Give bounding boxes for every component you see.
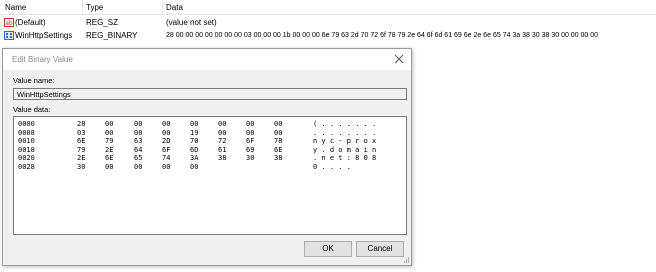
hex-byte[interactable]: 61 xyxy=(218,146,226,154)
hex-byte[interactable]: 00 xyxy=(274,120,282,128)
value-name: WinHttpSettings xyxy=(15,31,73,40)
value-data-label: Value data: xyxy=(13,105,51,114)
list-item-default[interactable]: ab (Default) REG_SZ (value not set) xyxy=(0,17,656,29)
binary-value-icon xyxy=(4,31,14,40)
hex-ascii[interactable]: 0 . . . . xyxy=(313,163,351,171)
value-type: REG_SZ xyxy=(86,18,119,27)
column-header-type[interactable]: Type xyxy=(86,3,103,12)
hex-byte[interactable]: 00 xyxy=(105,120,113,128)
column-separator[interactable] xyxy=(82,0,83,14)
hex-byte[interactable]: 63 xyxy=(134,137,142,145)
hex-byte[interactable]: 00 xyxy=(134,120,142,128)
hex-byte[interactable]: 03 xyxy=(77,129,85,137)
hex-offset: 0028 xyxy=(18,162,35,171)
hex-byte[interactable]: 6D xyxy=(190,146,198,154)
list-item-winhttpsettings[interactable]: WinHttpSettings REG_BINARY 28 00 00 00 0… xyxy=(0,30,656,42)
resize-grip-icon[interactable] xyxy=(402,256,410,264)
svg-text:ab: ab xyxy=(5,20,13,27)
hex-byte[interactable]: 19 xyxy=(190,129,198,137)
hex-byte[interactable]: 00 xyxy=(190,163,198,171)
hex-ascii[interactable]: ( . . . . . . . xyxy=(313,120,376,128)
value-data: (value not set) xyxy=(166,18,217,27)
edit-binary-value-dialog: Edit Binary Value Value name: WinHttpSet… xyxy=(2,48,412,266)
value-name: (Default) xyxy=(15,18,46,27)
column-header-name[interactable]: Name xyxy=(5,3,26,12)
list-header: Name Type Data xyxy=(0,0,656,15)
string-value-icon: ab xyxy=(4,18,14,27)
hex-byte[interactable]: 70 xyxy=(190,137,198,145)
ok-button[interactable]: OK xyxy=(304,241,352,257)
hex-ascii[interactable]: . n e t : 8 0 8 xyxy=(313,154,376,162)
hex-byte[interactable]: 00 xyxy=(134,163,142,171)
hex-byte[interactable]: 69 xyxy=(246,146,254,154)
hex-byte[interactable]: 2E xyxy=(105,146,113,154)
hex-byte[interactable]: 00 xyxy=(162,129,170,137)
hex-byte[interactable]: 28 xyxy=(77,120,85,128)
column-separator[interactable] xyxy=(162,0,163,14)
hex-byte[interactable]: 6E xyxy=(77,137,85,145)
value-data: 28 00 00 00 00 00 00 00 03 00 00 00 1b 0… xyxy=(166,32,599,39)
hex-offset: 0020 xyxy=(18,154,35,162)
cancel-button[interactable]: Cancel xyxy=(356,241,404,257)
hex-byte[interactable]: 00 xyxy=(105,163,113,171)
hex-byte[interactable]: 78 xyxy=(274,137,282,145)
hex-byte[interactable]: 65 xyxy=(134,154,142,162)
value-data-editor[interactable]: 0000 28 00 00 00 00 00 00 00( . . . . . . . 0008 0… xyxy=(13,116,407,235)
value-name-field: WinHttpSettings xyxy=(13,88,407,100)
hex-byte[interactable]: 00 xyxy=(190,120,198,128)
hex-byte[interactable]: 79 xyxy=(105,137,113,145)
hex-byte[interactable]: 30 xyxy=(77,163,85,171)
dialog-titlebar[interactable]: Edit Binary Value xyxy=(3,49,411,70)
hex-byte[interactable]: 00 xyxy=(134,129,142,137)
hex-byte[interactable]: 00 xyxy=(218,129,226,137)
hex-ascii[interactable]: n y c - p r o x xyxy=(313,137,376,145)
hex-byte[interactable]: 6E xyxy=(105,154,113,162)
hex-byte[interactable]: 79 xyxy=(77,146,85,154)
hex-byte[interactable]: 6F xyxy=(246,137,254,145)
hex-byte[interactable]: 00 xyxy=(162,163,170,171)
value-type: REG_BINARY xyxy=(86,31,138,40)
hex-ascii[interactable]: y . d o m a i n xyxy=(313,146,376,154)
close-icon[interactable] xyxy=(393,53,405,65)
hex-byte[interactable]: 00 xyxy=(274,129,282,137)
hex-byte[interactable]: 64 xyxy=(134,146,142,154)
hex-byte[interactable]: 30 xyxy=(246,154,254,162)
hex-byte[interactable]: 74 xyxy=(162,154,170,162)
hex-byte[interactable]: 2D xyxy=(162,137,170,145)
hex-byte[interactable]: 6E xyxy=(274,146,282,154)
hex-offset: 0018 xyxy=(18,145,35,154)
hex-byte[interactable]: 6F xyxy=(162,146,170,154)
hex-byte[interactable]: 00 xyxy=(162,120,170,128)
hex-byte[interactable]: 72 xyxy=(218,137,226,145)
hex-byte[interactable]: 38 xyxy=(218,154,226,162)
hex-byte[interactable]: 3A xyxy=(190,154,198,162)
dialog-title: Edit Binary Value xyxy=(12,55,73,64)
hex-byte[interactable]: 00 xyxy=(105,129,113,137)
hex-byte[interactable]: 00 xyxy=(246,129,254,137)
value-name-label: Value name: xyxy=(13,76,55,85)
value-name-text: WinHttpSettings xyxy=(17,90,71,99)
hex-offset: 0008 xyxy=(18,128,35,137)
hex-offset: 0000 xyxy=(18,120,35,128)
column-header-data[interactable]: Data xyxy=(166,3,183,12)
hex-offset: 0010 xyxy=(18,137,35,145)
hex-byte[interactable]: 2E xyxy=(77,154,85,162)
hex-ascii[interactable]: . . . . . . . . xyxy=(313,129,376,137)
hex-byte[interactable]: 00 xyxy=(218,120,226,128)
hex-byte[interactable]: 38 xyxy=(274,154,282,162)
hex-byte[interactable]: 00 xyxy=(246,120,254,128)
